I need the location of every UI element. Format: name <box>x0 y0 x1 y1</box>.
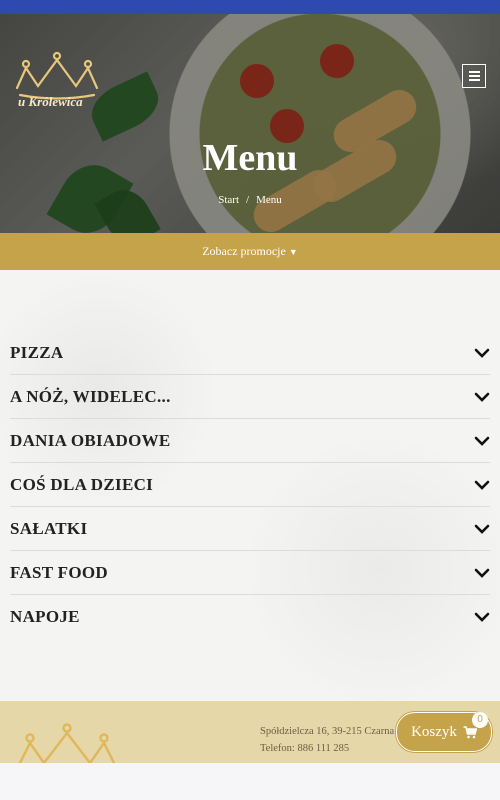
chevron-down-icon <box>474 348 490 358</box>
category-a-noz-widelec[interactable]: A NÓŻ, WIDELEC... <box>10 375 490 419</box>
footer-contact: Spółdzielcza 16, 39-215 Czarna Telefon: … <box>260 723 394 757</box>
promo-dropdown-button[interactable]: Zobacz promocje ▼ <box>0 233 500 270</box>
chevron-down-icon <box>474 524 490 534</box>
category-label: DANIA OBIADOWE <box>10 430 171 450</box>
bottom-strip <box>0 763 500 800</box>
category-label: A NÓŻ, WIDELEC... <box>10 386 171 406</box>
crown-logo <box>18 723 116 763</box>
menu-toggle-button[interactable] <box>462 64 486 88</box>
page-title: Menu <box>202 137 298 179</box>
chevron-down-icon <box>474 436 490 446</box>
cart-label: Koszyk <box>411 723 457 740</box>
hero-banner: u Królewica Menu Start / Menu <box>0 14 500 233</box>
promo-label: Zobacz promocje <box>202 244 286 258</box>
category-label: FAST FOOD <box>10 562 108 582</box>
category-label: NAPOJE <box>10 607 80 626</box>
category-cos-dla-dzieci[interactable]: COŚ DLA DZIECI <box>10 463 490 507</box>
hamburger-icon <box>468 79 480 81</box>
category-fast-food[interactable]: FAST FOOD <box>10 551 490 595</box>
brand-name: u Królewica <box>18 94 83 109</box>
chevron-down-icon <box>474 480 490 490</box>
chevron-down-icon <box>474 568 490 578</box>
breadcrumb-current: Menu <box>256 194 282 206</box>
footer-address: Spółdzielcza 16, 39-215 Czarna <box>260 726 395 737</box>
chevron-down-icon <box>474 612 490 622</box>
cart-count-badge: 0 <box>472 712 488 728</box>
top-bar <box>0 0 500 14</box>
hamburger-icon <box>468 75 480 77</box>
category-list: PIZZA A NÓŻ, WIDELEC... DANIA OBIADOWE C… <box>10 331 490 639</box>
category-label: COŚ DLA DZIECI <box>10 474 154 494</box>
category-label: SAŁATKI <box>10 518 88 538</box>
breadcrumb: Start / Menu <box>0 194 500 206</box>
category-pizza[interactable]: PIZZA <box>10 331 490 375</box>
chevron-down-icon <box>474 392 490 402</box>
breadcrumb-home-link[interactable]: Start <box>218 194 239 206</box>
hamburger-icon <box>468 71 480 73</box>
shopping-cart-icon <box>463 725 477 738</box>
footer-phone[interactable]: Telefon: 886 111 285 <box>260 740 394 757</box>
category-salatki[interactable]: SAŁATKI <box>10 507 490 551</box>
breadcrumb-separator: / <box>246 194 250 206</box>
category-dania-obiadowe[interactable]: DANIA OBIADOWE <box>10 419 490 463</box>
category-napoje[interactable]: NAPOJE <box>10 595 490 639</box>
category-label: PIZZA <box>10 342 64 362</box>
caret-down-icon: ▼ <box>288 247 298 257</box>
